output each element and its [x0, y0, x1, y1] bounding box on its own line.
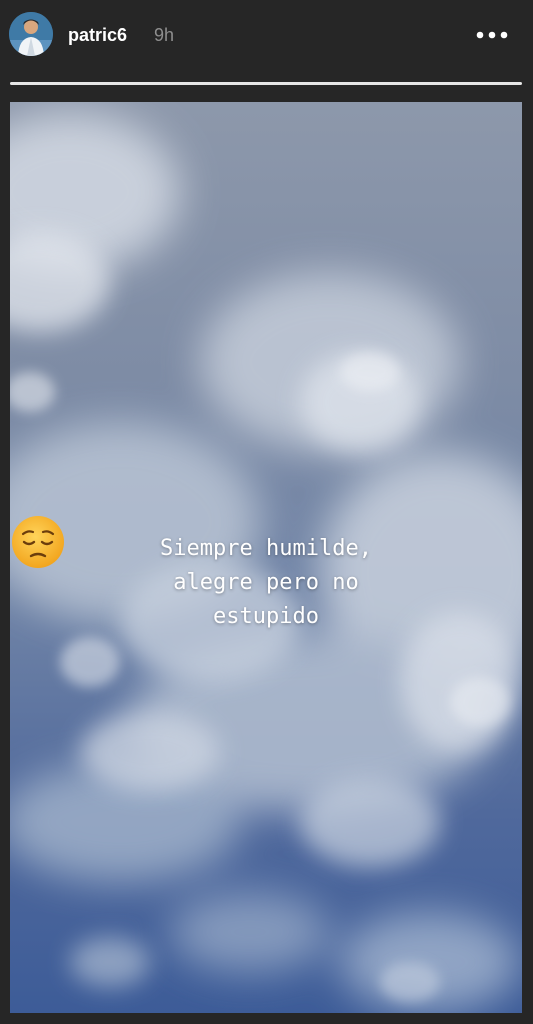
story-progress-fill: [10, 82, 522, 85]
story-header: patric6 9h: [0, 0, 533, 72]
story-viewer: patric6 9h Siempre humilde, alegre pero …: [0, 0, 533, 1024]
more-options-icon: [476, 31, 508, 39]
username[interactable]: patric6: [68, 24, 127, 46]
pensive-face-emoji-icon: [12, 516, 64, 568]
story-media[interactable]: Siempre humilde, alegre pero no estupido: [10, 102, 522, 1013]
timestamp: 9h: [154, 25, 175, 45]
more-options-button[interactable]: [468, 20, 516, 50]
story-progress-bar: [10, 82, 522, 85]
story-sticker: Siempre humilde, alegre pero no estupido: [10, 514, 522, 634]
profile-avatar-icon: [9, 12, 53, 56]
story-caption: Siempre humilde, alegre pero no estupido: [160, 536, 372, 629]
avatar[interactable]: [9, 12, 53, 56]
